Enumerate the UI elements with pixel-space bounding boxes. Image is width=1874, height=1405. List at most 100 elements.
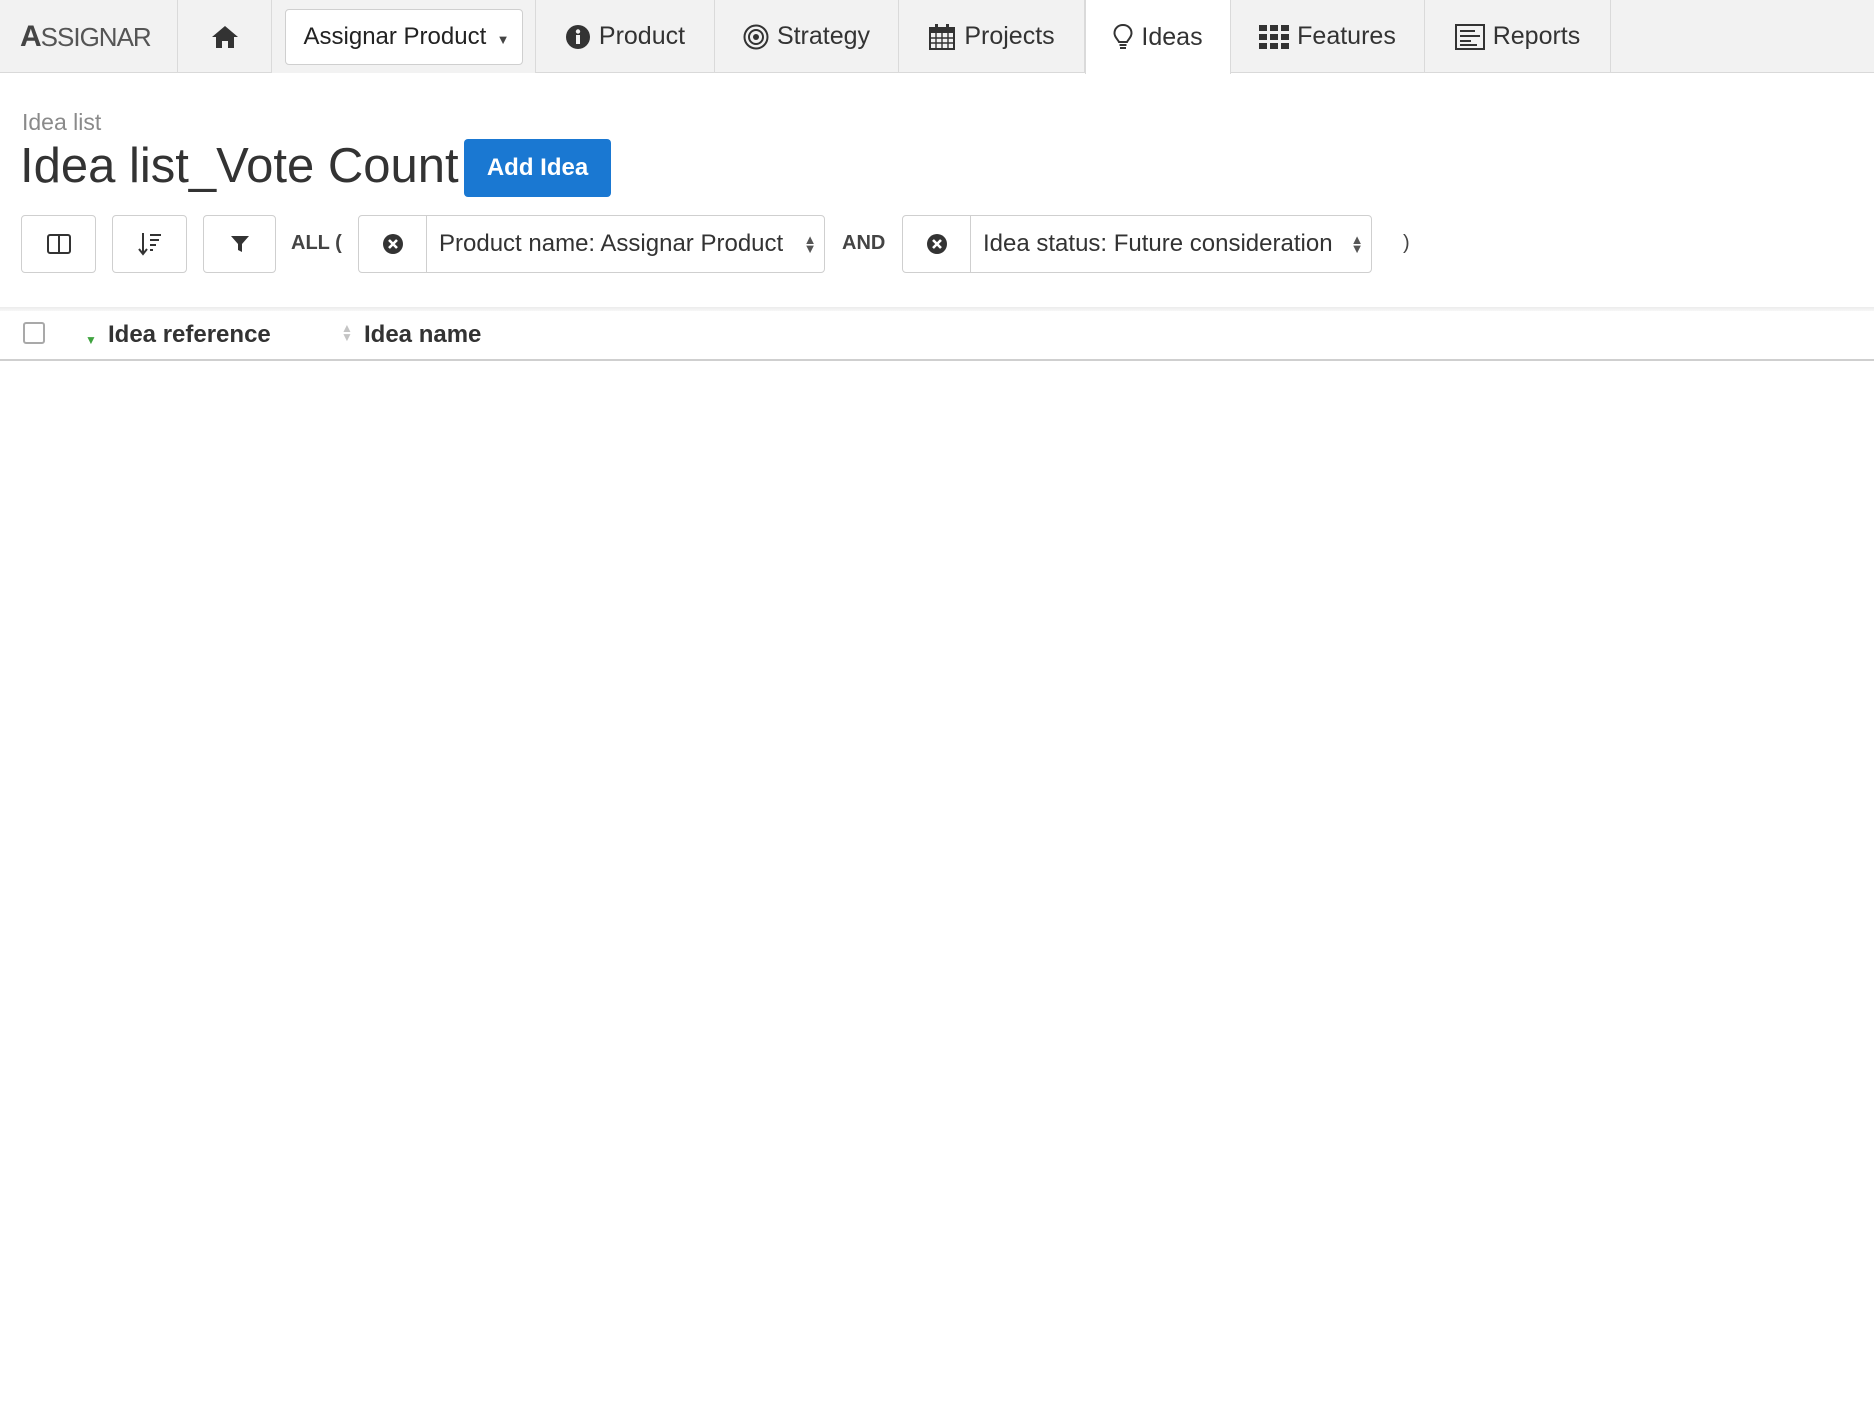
nav-reports[interactable]: Reports <box>1425 0 1611 73</box>
idea-reference-link[interactable]: DASHBOARD-I-386 <box>86 1285 301 1313</box>
remove-filter-button[interactable] <box>359 216 427 272</box>
idea-name-link[interactable]: Automatic creation of SMS template with … <box>342 493 1337 521</box>
row-checkbox[interactable] <box>23 1026 45 1048</box>
idea-name-link[interactable]: geofencing for check in / check out <box>342 625 712 653</box>
row-checkbox[interactable] <box>23 630 45 652</box>
row-checkbox[interactable] <box>23 564 45 586</box>
table-row[interactable]: DASHBOARD-I-392 data visualizer being abl… <box>0 941 1874 1007</box>
row-checkbox[interactable] <box>23 762 45 784</box>
idea-reference-link[interactable]: DASHBOARD-I-385 <box>86 1351 301 1379</box>
idea-reference-link[interactable]: DASHBOARD-I-402 <box>86 427 301 455</box>
product-select[interactable]: Assignar Product ▼ <box>284 8 523 65</box>
idea-reference-link[interactable]: DASHBOARD-I-397 <box>86 625 301 653</box>
table-row[interactable]: DASHBOARD-I-396 check in / check out for … <box>0 677 1874 743</box>
idea-name-link[interactable]: Filling out the dashboard user informati… <box>342 559 1232 587</box>
table-row[interactable]: DASHBOARD-I-395 Adding a description fiel… <box>0 743 1874 809</box>
calendar-icon <box>929 23 956 50</box>
idea-reference-link[interactable]: DASHBOARD-I-395 <box>86 757 301 785</box>
idea-reference-link[interactable]: DASHBOARD-I-396 <box>86 691 301 719</box>
idea-reference-link[interactable]: DASHBOARD-I-387 <box>86 1219 301 1247</box>
lightbulb-icon <box>1113 23 1133 49</box>
nav-ideas-label: Ideas <box>1141 22 1203 51</box>
row-checkbox[interactable] <box>23 498 45 520</box>
close-circle-icon <box>382 234 403 254</box>
filter-all-label: ALL ( <box>291 232 342 254</box>
idea-name-link[interactable]: check in / check out for loose timesheet… <box>342 691 861 719</box>
row-checkbox[interactable] <box>23 366 45 388</box>
table-row[interactable]: DASHBOARD-I-390 Send form results out fro… <box>0 1007 1874 1073</box>
idea-name-link[interactable]: Send competencies for multiple users at … <box>342 823 933 851</box>
row-checkbox[interactable] <box>23 960 45 982</box>
idea-reference-link[interactable]: DASHBOARD-I-400 <box>86 559 301 587</box>
nav-strategy-label: Strategy <box>776 22 871 50</box>
columns-button[interactable] <box>21 215 96 273</box>
table-row[interactable]: DASHBOARD-I-385 MYOB Invoice Export Enhan… <box>0 1337 1874 1403</box>
nav-projects[interactable]: Projects <box>899 0 1085 73</box>
idea-reference-link[interactable]: DASHBOARD-I-388 <box>86 1153 301 1181</box>
row-checkbox[interactable] <box>23 828 45 850</box>
filter-and-label: AND <box>842 232 886 254</box>
row-checkbox[interactable] <box>23 432 45 454</box>
idea-name-link[interactable]: Arrive at top of page when selecting fie… <box>342 361 846 389</box>
row-checkbox[interactable] <box>23 1092 45 1114</box>
idea-name-link[interactable]: Custom printing automatically done when … <box>342 1087 977 1115</box>
nav-product-label: Product <box>598 22 686 50</box>
assignar-logo[interactable]: ASSIGNAR <box>0 0 178 73</box>
idea-name-link[interactable]: MYOB Invoice Export Enhancements <box>342 1351 738 1379</box>
idea-reference-link[interactable]: DASHBOARD-I-389 <box>86 1087 301 1115</box>
table-row[interactable]: DASHBOARD-I-397 geofencing for check in /… <box>0 611 1874 677</box>
idea-reference-link[interactable]: DASHBOARD-I-390 <box>86 1021 301 1049</box>
remove-filter-button[interactable] <box>903 216 971 272</box>
sort-button[interactable] <box>112 215 187 273</box>
filter-idea-status[interactable]: Idea status: Future consideration ▲ ▼ <box>902 215 1372 273</box>
idea-name-link[interactable]: for minutes of meeting form when submitt… <box>342 1285 1874 1313</box>
sort-icon <box>137 233 161 256</box>
product-select-value: Assignar Product <box>303 22 487 50</box>
select-all-checkbox[interactable] <box>23 322 45 344</box>
idea-reference-link[interactable]: DASHBOARD-I-403 <box>86 361 301 389</box>
row-checkbox[interactable] <box>23 1224 45 1246</box>
column-header-idea-reference[interactable]: Idea reference <box>108 321 271 349</box>
info-icon <box>565 24 590 49</box>
filter-button[interactable] <box>203 215 276 273</box>
row-checkbox[interactable] <box>23 1290 45 1312</box>
idea-reference-link[interactable]: DASHBOARD-I-393 <box>86 889 301 917</box>
row-checkbox[interactable] <box>23 1356 45 1378</box>
filter-product-name[interactable]: Product name: Assignar Product ▲ ▼ <box>358 215 825 273</box>
row-checkbox[interactable] <box>23 894 45 916</box>
idea-name-link[interactable]: Send form results out from dashboard. <box>342 1021 752 1049</box>
table-row[interactable]: DASHBOARD-I-401 Automatic creation of SMS… <box>0 479 1874 545</box>
table-row[interactable]: DASHBOARD-I-393 Send asset documents out … <box>0 875 1874 941</box>
home-button[interactable] <box>178 0 272 73</box>
breadcrumb[interactable]: Idea list <box>22 109 101 136</box>
idea-reference-link[interactable]: DASHBOARD-I-394 <box>86 823 301 851</box>
caret-down-icon: ▼ <box>496 31 510 47</box>
idea-name-link[interactable]: Send asset documents out like with the u… <box>342 889 978 917</box>
nav-reports-label: Reports <box>1492 22 1581 50</box>
add-idea-button[interactable]: Add Idea <box>464 139 611 197</box>
idea-reference-link[interactable]: DASHBOARD-I-401 <box>86 493 301 521</box>
row-checkbox[interactable] <box>23 696 45 718</box>
idea-name-link[interactable]: data visualizer being able to pull data … <box>342 955 1054 983</box>
table-row[interactable]: DASHBOARD-I-387 Being able to have a inte… <box>0 1205 1874 1271</box>
nav-ideas[interactable]: Ideas <box>1085 0 1231 74</box>
table-row[interactable]: DASHBOARD-I-389 Custom printing automatic… <box>0 1073 1874 1139</box>
table-row[interactable]: DASHBOARD-I-388 Be able to add multiple d… <box>0 1139 1874 1205</box>
table-row[interactable]: DASHBOARD-I-402 Expiring competencies - n… <box>0 413 1874 479</box>
table-row[interactable]: DASHBOARD-I-394 Send competencies for mul… <box>0 809 1874 875</box>
idea-name-link[interactable]: Being able to have a internal task or to… <box>342 1219 1173 1247</box>
table-row[interactable]: DASHBOARD-I-386 for minutes of meeting fo… <box>0 1271 1874 1337</box>
idea-name-link[interactable]: Expiring competencies - need to direct y… <box>342 427 1129 455</box>
table-row[interactable]: DASHBOARD-I-400 Filling out the dashboard… <box>0 545 1874 611</box>
nav-product[interactable]: Product <box>536 0 715 73</box>
filter-condition-status[interactable]: Idea status: Future consideration <box>971 230 1343 258</box>
row-checkbox[interactable] <box>23 1158 45 1180</box>
nav-projects-label: Projects <box>964 22 1055 50</box>
column-header-idea-name[interactable]: Idea name <box>364 321 481 349</box>
idea-reference-link[interactable]: DASHBOARD-I-392 <box>86 955 301 983</box>
idea-name-link[interactable]: Be able to add multiple documents by dra… <box>342 1153 1256 1181</box>
nav-strategy[interactable]: Strategy <box>715 0 899 73</box>
idea-name-link[interactable]: Adding a description field to the induct… <box>342 757 1092 785</box>
nav-features[interactable]: Features <box>1231 0 1425 73</box>
filter-condition-product[interactable]: Product name: Assignar Product <box>427 230 796 258</box>
